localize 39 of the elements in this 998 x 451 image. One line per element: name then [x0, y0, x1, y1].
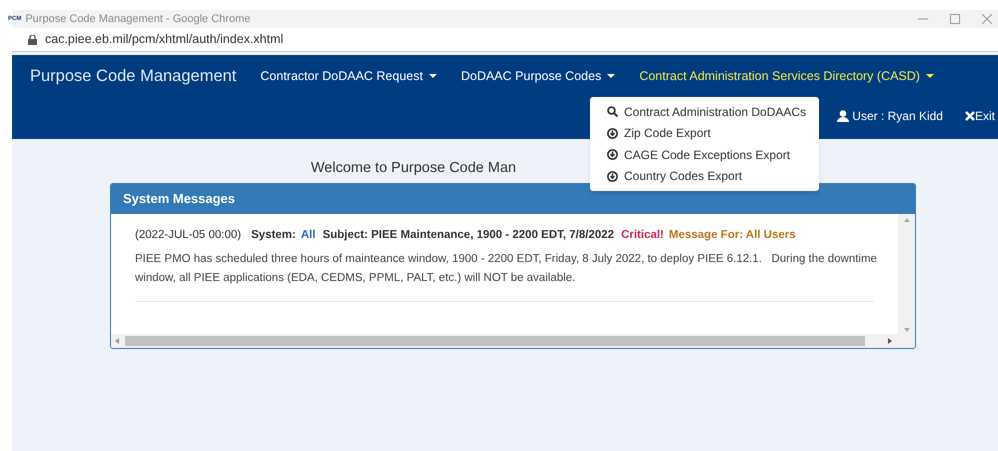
horizontal-scrollbar[interactable]: [111, 334, 898, 348]
message-label: System:: [251, 228, 296, 243]
scroll-right-arrow-icon[interactable]: [888, 338, 892, 344]
caret-icon: [926, 74, 934, 78]
scroll-left-arrow-icon[interactable]: [115, 338, 119, 344]
maximize-icon[interactable]: [950, 14, 960, 24]
download-icon: [607, 149, 618, 160]
vertical-scrollbar[interactable]: [898, 214, 915, 348]
dropdown-item[interactable]: Contract Administration DoDAACs: [590, 101, 819, 122]
exit-button[interactable]: Exit: [964, 107, 995, 125]
lock-icon: [28, 34, 37, 44]
message-date: (2022-JUL-05 00:00): [135, 228, 242, 243]
nav-menu[interactable]: DoDAAC Purpose Codes: [448, 66, 628, 86]
download-icon: [607, 128, 618, 139]
dropdown-item[interactable]: Zip Code Export: [590, 122, 819, 144]
caret-icon: [428, 74, 437, 78]
message-body: PIEE PMO has scheduled three hours of mainteance window, 1900 - 2200 EDT, Friday, 8 July 2022, to deploy PIEE 6.12.1. During the downtime window, all PIEE applications (EDA, CEDMS, PPML, PALT, etc.) will NOT be available.: [135, 250, 874, 302]
welcome-heading: Welcome to Purpose Code Man: [310, 160, 516, 176]
dropdown-item[interactable]: Country Codes Export: [590, 166, 819, 187]
caret-icon: [607, 74, 616, 78]
close-icon: [964, 111, 975, 121]
download-icon: [607, 170, 618, 182]
scroll-up-arrow-icon[interactable]: [904, 218, 910, 222]
message-severity: Critical!: [621, 228, 664, 243]
user-icon: [837, 110, 850, 122]
user-link[interactable]: User : Ryan Kidd: [837, 107, 943, 125]
app-brand[interactable]: Purpose Code Management: [30, 64, 236, 88]
message-audience: Message For: All Users: [668, 228, 796, 243]
nav-menu[interactable]: Contract Administration Services Directory (CASD): [627, 66, 946, 86]
search-icon: [607, 106, 618, 118]
close-icon[interactable]: [982, 14, 992, 24]
panel-title: System Messages: [123, 190, 236, 208]
nav-menu[interactable]: Contractor DoDAAC Request: [248, 66, 449, 86]
message-value: All: [300, 228, 316, 243]
window-title: Purpose Code Management - Google Chrome: [25, 12, 250, 27]
scroll-down-arrow-icon[interactable]: [904, 328, 910, 332]
dropdown-item[interactable]: CAGE Code Exceptions Export: [590, 144, 819, 166]
message-label: Subject: PIEE Maintenance, 1900 - 2200 EDT, 7/8/2022: [322, 228, 614, 243]
url-field[interactable]: cac.piee.eb.mil/pcm/xhtml/auth/index.xhtml: [45, 30, 284, 49]
